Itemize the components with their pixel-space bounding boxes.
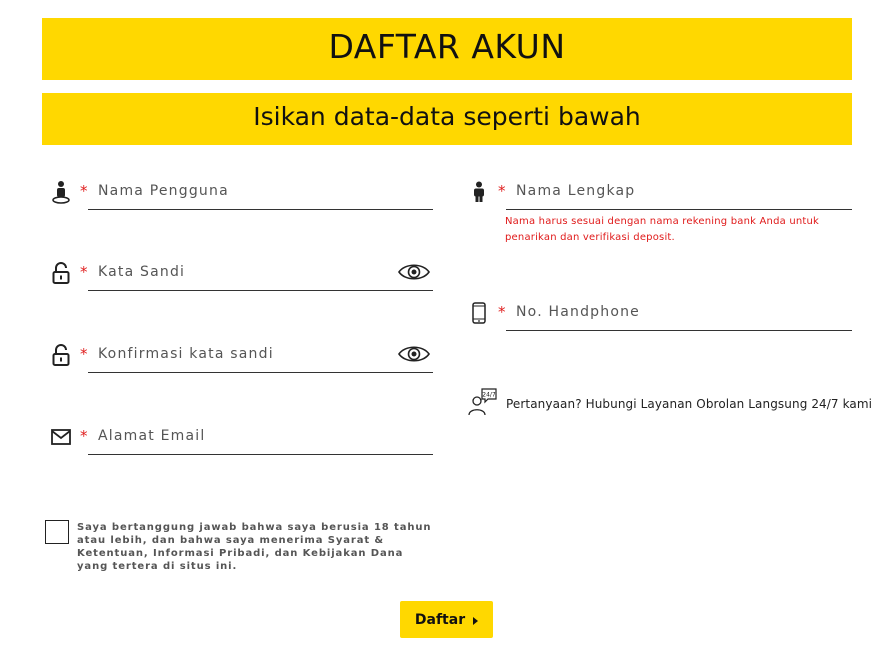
email-input-wrap: * [80,419,433,455]
confirm-password-input-wrap: * [80,337,433,373]
page-subtitle: Isikan data-data seperti bawah [42,93,852,145]
live-chat-support-icon: 24/7 [468,388,498,420]
username-input[interactable] [98,178,389,204]
required-mark: * [80,182,88,200]
live-chat-help-text[interactable]: Pertanyaan? Hubungi Layanan Obrolan Lang… [506,397,872,411]
phone-icon [468,301,490,325]
confirm-password-input[interactable] [98,341,389,367]
full-name-input-wrap: * [498,174,852,210]
required-mark: * [80,263,88,281]
caret-right-icon [473,617,479,625]
email-input[interactable] [98,423,389,449]
person-icon [468,180,490,204]
required-mark: * [498,303,506,321]
required-mark: * [80,345,88,363]
phone-input[interactable] [516,299,808,325]
full-name-input[interactable] [516,178,808,204]
user-pin-icon [50,180,72,204]
page-title: DAFTAR AKUN [42,18,852,80]
confirm-password-field: * [50,337,433,377]
register-button[interactable]: Daftar [400,601,493,638]
mail-icon [50,425,72,449]
lock-icon [50,343,72,367]
register-button-label: Daftar [414,611,466,628]
required-mark: * [498,182,506,200]
live-chat-badge: 24/7 [482,392,496,399]
username-input-wrap: * [80,174,433,210]
show-confirm-password-eye-icon[interactable] [397,343,431,365]
required-mark: * [80,427,88,445]
phone-input-wrap: * [498,295,852,331]
password-input[interactable] [98,259,389,285]
terms-checkbox[interactable] [45,520,69,544]
lock-icon [50,261,72,285]
show-password-eye-icon[interactable] [397,261,431,283]
password-input-wrap: * [80,255,433,291]
phone-field: * [468,295,852,335]
terms-agreement: Saya bertanggung jawab bahwa saya berusi… [45,520,437,573]
live-chat-help[interactable]: 24/7 Pertanyaan? Hubungi Layanan Obrolan… [468,388,872,420]
full-name-field: * [468,174,852,214]
full-name-hint: Nama harus sesuai dengan nama rekening b… [505,216,820,243]
email-field: * [50,419,433,459]
password-field: * [50,255,433,295]
terms-text: Saya bertanggung jawab bahwa saya berusi… [77,522,432,572]
username-field: * [50,174,433,214]
